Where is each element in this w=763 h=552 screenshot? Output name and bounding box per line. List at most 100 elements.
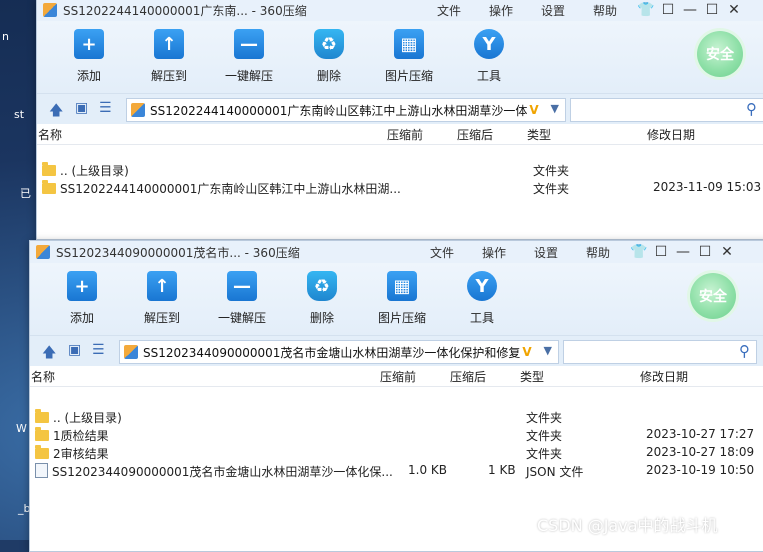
search-icon[interactable]: ⚲ xyxy=(746,100,757,118)
one-click-extract-label: 一键解压 xyxy=(224,69,273,83)
image-compress-label: 图片压缩 xyxy=(377,311,426,325)
title-bar[interactable]: SS1202244140000001广东南... - 360压缩 文件 操作 设… xyxy=(37,0,763,21)
path-field[interactable]: SS1202344090000001茂名市金塘山水林田湖草沙一体化保护和修复 V… xyxy=(119,340,559,364)
path-v-mark: V xyxy=(522,345,532,359)
menu-help[interactable]: 帮助 xyxy=(572,244,624,261)
list-item[interactable]: 2审核结果 文件夹 2023-10-27 18:09 xyxy=(30,444,763,462)
delete-label: 删除 xyxy=(309,311,334,325)
skin-icon[interactable]: 👕 xyxy=(628,241,650,263)
item-name: .. (上级目录) xyxy=(60,164,129,178)
add-label: 添加 xyxy=(76,69,101,83)
minimize-icon[interactable]: — xyxy=(679,0,701,21)
app-icon xyxy=(36,245,50,259)
search-input[interactable]: ⚲ xyxy=(563,340,757,364)
add-button[interactable]: + 添加 xyxy=(47,271,117,326)
extract-to-button[interactable]: ↑ 解压到 xyxy=(134,29,204,84)
col-compressed[interactable]: 压缩前 xyxy=(380,368,416,385)
close-icon[interactable]: ✕ xyxy=(723,0,745,21)
item-type: 文件夹 xyxy=(533,164,570,178)
menu-help[interactable]: 帮助 xyxy=(579,2,631,19)
delete-button[interactable]: ♻ 删除 xyxy=(294,29,364,84)
item-modified: 2023-10-27 18:09 xyxy=(646,445,755,459)
list-item[interactable]: .. (上级目录) 文件夹 xyxy=(37,161,763,179)
maximize-icon[interactable]: ☐ xyxy=(701,0,723,21)
add-button[interactable]: + 添加 xyxy=(54,29,124,84)
col-name[interactable]: 名称 xyxy=(31,368,55,385)
item-name: 1质检结果 xyxy=(53,429,109,443)
app-icon xyxy=(43,3,57,17)
chevron-down-icon[interactable]: ▼ xyxy=(551,102,559,115)
menu-bar: 文件 操作 设置 帮助 xyxy=(416,241,624,263)
image-compress-button[interactable]: ▦ 图片压缩 xyxy=(374,29,444,84)
list-item[interactable]: 1质检结果 文件夹 2023-10-27 17:27 xyxy=(30,426,763,444)
watermark: CSDN @Java中的战斗机 xyxy=(537,516,718,535)
col-modified[interactable]: 修改日期 xyxy=(647,126,695,143)
item-compressed: 1.0 KB xyxy=(408,463,447,477)
one-click-extract-icon: — xyxy=(227,271,257,301)
add-icon: + xyxy=(67,271,97,301)
archive-icon xyxy=(124,345,138,359)
folder-icon xyxy=(35,427,49,441)
one-click-extract-icon: — xyxy=(234,29,264,59)
delete-label: 删除 xyxy=(316,69,341,83)
close-icon[interactable]: ✕ xyxy=(716,241,738,263)
address-bar: 🡅 ▣ ☰ SS1202344090000001茂名市金塘山水林田湖草沙一体化保… xyxy=(30,335,763,366)
one-click-extract-button[interactable]: — 一键解压 xyxy=(214,29,284,84)
one-click-extract-button[interactable]: — 一键解压 xyxy=(207,271,277,326)
recycle-icon: ♻ xyxy=(314,29,344,59)
feedback-icon[interactable]: ☐ xyxy=(650,241,672,263)
col-name[interactable]: 名称 xyxy=(38,126,62,143)
tools-button[interactable]: Y 工具 xyxy=(447,271,517,326)
menu-file[interactable]: 文件 xyxy=(423,2,475,19)
folder-icon xyxy=(42,162,56,176)
safe-badge[interactable]: 安全 xyxy=(690,273,736,319)
extract-to-icon: ↑ xyxy=(147,271,177,301)
item-name: .. (上级目录) xyxy=(53,411,122,425)
folder-icon xyxy=(42,180,56,194)
feedback-icon[interactable]: ☐ xyxy=(657,0,679,21)
menu-operate[interactable]: 操作 xyxy=(468,244,520,261)
maximize-icon[interactable]: ☐ xyxy=(694,241,716,263)
col-packed[interactable]: 压缩后 xyxy=(457,126,493,143)
image-zip-icon: ▦ xyxy=(394,29,424,59)
path-text: SS1202244140000001广东南岭山区韩江中上游山水林田湖草沙一体 xyxy=(150,103,528,118)
skin-icon[interactable]: 👕 xyxy=(635,0,657,21)
item-packed: 1 KB xyxy=(488,463,516,477)
menu-settings[interactable]: 设置 xyxy=(520,244,572,261)
up-arrow-icon[interactable]: 🡅 xyxy=(49,100,63,124)
minimize-icon[interactable]: — xyxy=(672,241,694,263)
extract-to-label: 解压到 xyxy=(143,311,180,325)
col-type[interactable]: 类型 xyxy=(520,368,544,385)
menu-settings[interactable]: 设置 xyxy=(527,2,579,19)
title-bar[interactable]: SS1202344090000001茂名市... - 360压缩 文件 操作 设… xyxy=(30,241,763,263)
col-packed[interactable]: 压缩后 xyxy=(450,368,486,385)
search-input[interactable]: ⚲ xyxy=(570,98,763,122)
chevron-down-icon[interactable]: ▼ xyxy=(544,344,552,357)
toolbar: + 添加 ↑ 解压到 — 一键解压 ♻ 删除 ▦ 图片压缩 Y 工具 安全 xyxy=(30,263,763,335)
address-bar: 🡅 ▣ ☰ SS1202244140000001广东南岭山区韩江中上游山水林田湖… xyxy=(37,93,763,124)
list-item[interactable]: SS1202344090000001茂名市金塘山水林田湖草沙一体化保... 1.… xyxy=(30,462,763,480)
recycle-icon: ♻ xyxy=(307,271,337,301)
list-icon[interactable]: ☰ xyxy=(92,342,105,358)
col-modified[interactable]: 修改日期 xyxy=(640,368,688,385)
col-type[interactable]: 类型 xyxy=(527,126,551,143)
menu-file[interactable]: 文件 xyxy=(416,244,468,261)
tools-button[interactable]: Y 工具 xyxy=(454,29,524,84)
list-icon[interactable]: ☰ xyxy=(99,100,112,116)
item-name: SS1202244140000001广东南岭山区韩江中上游山水林田湖... xyxy=(60,182,401,196)
view-icon[interactable]: ▣ xyxy=(75,100,88,116)
path-field[interactable]: SS1202244140000001广东南岭山区韩江中上游山水林田湖草沙一体 V… xyxy=(126,98,566,122)
extract-to-button[interactable]: ↑ 解压到 xyxy=(127,271,197,326)
col-compressed[interactable]: 压缩前 xyxy=(387,126,423,143)
item-name: 2审核结果 xyxy=(53,447,109,461)
list-item[interactable]: .. (上级目录) 文件夹 xyxy=(30,408,763,426)
up-arrow-icon[interactable]: 🡅 xyxy=(42,342,56,366)
view-icon[interactable]: ▣ xyxy=(68,342,81,358)
menu-operate[interactable]: 操作 xyxy=(475,2,527,19)
image-compress-button[interactable]: ▦ 图片压缩 xyxy=(367,271,437,326)
delete-button[interactable]: ♻ 删除 xyxy=(287,271,357,326)
search-icon[interactable]: ⚲ xyxy=(739,342,750,360)
safe-badge[interactable]: 安全 xyxy=(697,31,743,77)
extract-to-icon: ↑ xyxy=(154,29,184,59)
list-item[interactable]: SS1202244140000001广东南岭山区韩江中上游山水林田湖... 文件… xyxy=(37,179,763,197)
